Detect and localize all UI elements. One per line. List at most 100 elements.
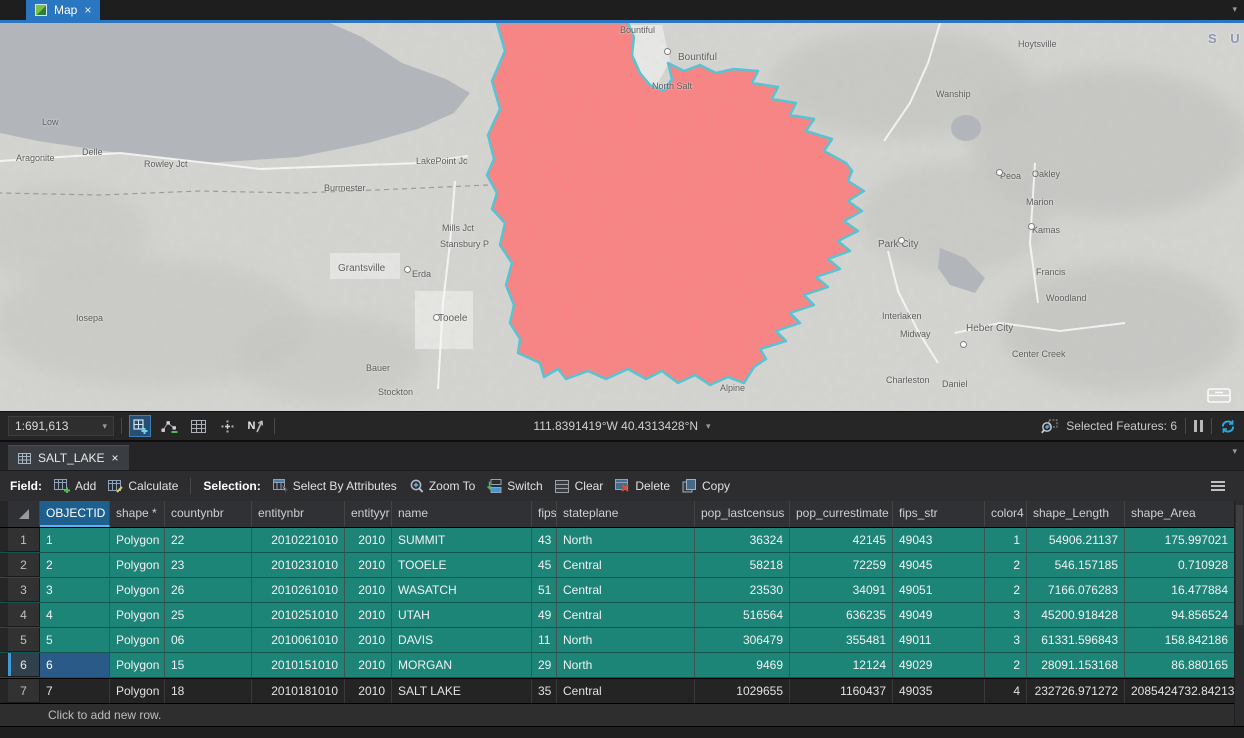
cell-entityyr[interactable]: 2010 <box>345 553 392 577</box>
cell-countynbr[interactable]: 23 <box>165 553 252 577</box>
cell-color4[interactable]: 4 <box>985 679 1027 703</box>
calculate-field-button[interactable]: Calculate <box>108 479 178 493</box>
cell-shape-area[interactable]: 2085424732.842131 <box>1125 679 1235 703</box>
cell-stateplane[interactable]: Central <box>557 679 695 703</box>
cell-pop-lastcensus[interactable]: 36324 <box>695 528 790 552</box>
cell-shape-length[interactable]: 61331.596843 <box>1027 628 1125 652</box>
cell-entitynbr[interactable]: 2010181010 <box>252 679 345 703</box>
cell-pop-currestimate[interactable]: 636235 <box>790 603 893 627</box>
cell-fips[interactable]: 49 <box>532 603 557 627</box>
cell-entitynbr[interactable]: 2010261010 <box>252 578 345 602</box>
delete-selection-button[interactable]: Delete <box>615 479 670 493</box>
zoom-to-button[interactable]: Zoom To <box>409 479 475 493</box>
map-view[interactable]: BountifulBountifulNorth SaltHoytsvilleWa… <box>0 23 1244 411</box>
cell-stateplane[interactable]: Central <box>557 603 695 627</box>
cell-fips-str[interactable]: 49051 <box>893 578 985 602</box>
column-header-entityyr[interactable]: entityyr <box>345 501 392 527</box>
cell-stateplane[interactable]: North <box>557 653 695 677</box>
cell-objectid[interactable]: 6 <box>40 653 110 677</box>
copy-button[interactable]: Copy <box>682 479 730 493</box>
row-number[interactable]: 2 <box>0 553 40 577</box>
drawer-icon[interactable] <box>1206 385 1232 405</box>
clear-selection-button[interactable]: Clear <box>555 479 604 493</box>
row-number[interactable]: 4 <box>0 603 40 627</box>
cell-stateplane[interactable]: North <box>557 628 695 652</box>
cell-objectid[interactable]: 7 <box>40 679 110 703</box>
cell-name[interactable]: SUMMIT <box>392 528 532 552</box>
cell-shape-area[interactable]: 158.842186 <box>1125 628 1235 652</box>
snapping-icon[interactable] <box>216 415 238 437</box>
row-number[interactable]: 7 <box>0 679 40 703</box>
refresh-icon[interactable] <box>1220 419 1236 434</box>
chevron-down-icon[interactable]: ▾ <box>1232 4 1237 15</box>
cell-shape[interactable]: Polygon <box>110 528 165 552</box>
cell-shape[interactable]: Polygon <box>110 553 165 577</box>
cell-pop-currestimate[interactable]: 12124 <box>790 653 893 677</box>
cell-countynbr[interactable]: 26 <box>165 578 252 602</box>
menu-icon[interactable] <box>1210 480 1226 492</box>
cell-fips-str[interactable]: 49049 <box>893 603 985 627</box>
cell-fips-str[interactable]: 49043 <box>893 528 985 552</box>
north-arrow-icon[interactable]: N <box>245 415 267 437</box>
cell-fips-str[interactable]: 49029 <box>893 653 985 677</box>
cell-color4[interactable]: 3 <box>985 628 1027 652</box>
cell-name[interactable]: DAVIS <box>392 628 532 652</box>
chevron-down-icon[interactable]: ▾ <box>1232 446 1237 457</box>
cell-pop-lastcensus[interactable]: 1029655 <box>695 679 790 703</box>
cell-shape-length[interactable]: 45200.918428 <box>1027 603 1125 627</box>
cell-color4[interactable]: 2 <box>985 553 1027 577</box>
cell-entityyr[interactable]: 2010 <box>345 679 392 703</box>
column-header-shape-length[interactable]: shape_Length <box>1027 501 1125 527</box>
cell-pop-currestimate[interactable]: 355481 <box>790 628 893 652</box>
cell-fips-str[interactable]: 49045 <box>893 553 985 577</box>
cell-pop-currestimate[interactable]: 42145 <box>790 528 893 552</box>
column-header-entitynbr[interactable]: entitynbr <box>252 501 345 527</box>
cell-name[interactable]: WASATCH <box>392 578 532 602</box>
cell-shape[interactable]: Polygon <box>110 603 165 627</box>
table-scrollbar[interactable] <box>1234 501 1244 726</box>
cell-fips[interactable]: 45 <box>532 553 557 577</box>
cell-fips[interactable]: 43 <box>532 528 557 552</box>
column-header-name[interactable]: name <box>392 501 532 527</box>
close-icon[interactable]: × <box>111 452 118 464</box>
cell-fips[interactable]: 51 <box>532 578 557 602</box>
cell-countynbr[interactable]: 25 <box>165 603 252 627</box>
cell-countynbr[interactable]: 06 <box>165 628 252 652</box>
column-header-pop-currestimate[interactable]: pop_currestimate <box>790 501 893 527</box>
column-header-shape-area[interactable]: shape_Area <box>1125 501 1235 527</box>
cell-shape-length[interactable]: 54906.21137 <box>1027 528 1125 552</box>
switch-selection-button[interactable]: Switch <box>487 479 542 493</box>
cell-shape-area[interactable]: 0.710928 <box>1125 553 1235 577</box>
row-number[interactable]: 6 <box>0 653 40 677</box>
cell-pop-currestimate[interactable]: 1160437 <box>790 679 893 703</box>
select-all-corner[interactable] <box>0 501 40 527</box>
cell-countynbr[interactable]: 22 <box>165 528 252 552</box>
cell-objectid[interactable]: 5 <box>40 628 110 652</box>
cell-entitynbr[interactable]: 2010221010 <box>252 528 345 552</box>
cell-entityyr[interactable]: 2010 <box>345 603 392 627</box>
pause-drawing-icon[interactable] <box>1194 420 1203 432</box>
cell-shape-length[interactable]: 232726.971272 <box>1027 679 1125 703</box>
row-number[interactable]: 1 <box>0 528 40 552</box>
cell-fips-str[interactable]: 49035 <box>893 679 985 703</box>
cell-shape-area[interactable]: 94.856524 <box>1125 603 1235 627</box>
cell-entityyr[interactable]: 2010 <box>345 628 392 652</box>
column-header-shape[interactable]: shape * <box>110 501 165 527</box>
new-row-prompt[interactable]: Click to add new row. <box>0 703 1235 726</box>
cell-fips[interactable]: 35 <box>532 679 557 703</box>
edit-vertices-icon[interactable] <box>158 415 180 437</box>
cell-stateplane[interactable]: Central <box>557 553 695 577</box>
cell-pop-lastcensus[interactable]: 9469 <box>695 653 790 677</box>
attribute-table-icon[interactable] <box>187 415 209 437</box>
tab-salt-lake[interactable]: SALT_LAKE × <box>8 445 129 470</box>
row-number[interactable]: 5 <box>0 628 40 652</box>
cell-shape-area[interactable]: 175.997021 <box>1125 528 1235 552</box>
cell-entityyr[interactable]: 2010 <box>345 653 392 677</box>
cell-shape-length[interactable]: 7166.076283 <box>1027 578 1125 602</box>
cell-pop-currestimate[interactable]: 34091 <box>790 578 893 602</box>
cell-entityyr[interactable]: 2010 <box>345 578 392 602</box>
column-header-stateplane[interactable]: stateplane <box>557 501 695 527</box>
cell-pop-currestimate[interactable]: 72259 <box>790 553 893 577</box>
scrollbar-thumb[interactable] <box>1236 505 1243 625</box>
cell-shape[interactable]: Polygon <box>110 653 165 677</box>
